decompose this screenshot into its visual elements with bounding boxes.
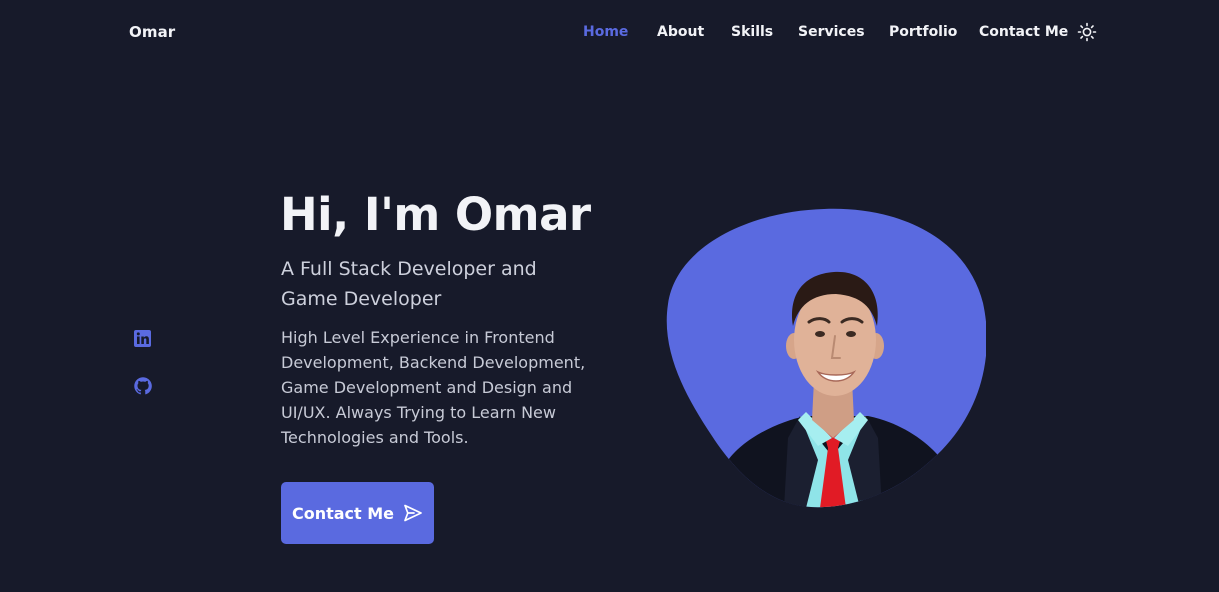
theme-toggle-button[interactable] [1077, 22, 1097, 42]
send-icon [404, 504, 422, 522]
hero-title: Hi, I'm Omar [280, 188, 591, 241]
nav-link-services[interactable]: Services [798, 24, 865, 40]
nav-link-home[interactable]: Home [583, 24, 628, 40]
linkedin-link[interactable] [133, 329, 153, 349]
main-nav: Home About Skills Services Portfolio Con… [0, 24, 1219, 44]
contact-me-button[interactable]: Contact Me [281, 482, 434, 544]
social-links [133, 329, 153, 396]
hero-subtitle: A Full Stack Developer and Game Develope… [281, 258, 537, 310]
linkedin-icon [134, 330, 151, 347]
nav-link-contact[interactable]: Contact Me [979, 24, 1068, 40]
profile-blob [666, 208, 986, 508]
nav-link-skills[interactable]: Skills [731, 24, 773, 40]
github-icon [134, 377, 152, 395]
site-header: Omar Home About Skills Services Portfoli… [0, 0, 1219, 66]
home-page: Omar Home About Skills Services Portfoli… [0, 0, 1219, 592]
sun-icon [1077, 22, 1097, 42]
github-link[interactable] [133, 376, 153, 396]
nav-link-portfolio[interactable]: Portfolio [889, 24, 957, 40]
hero-description: High Level Experience in Frontend Develo… [281, 328, 586, 447]
contact-me-label: Contact Me [291, 503, 395, 523]
nav-link-about[interactable]: About [657, 24, 704, 40]
